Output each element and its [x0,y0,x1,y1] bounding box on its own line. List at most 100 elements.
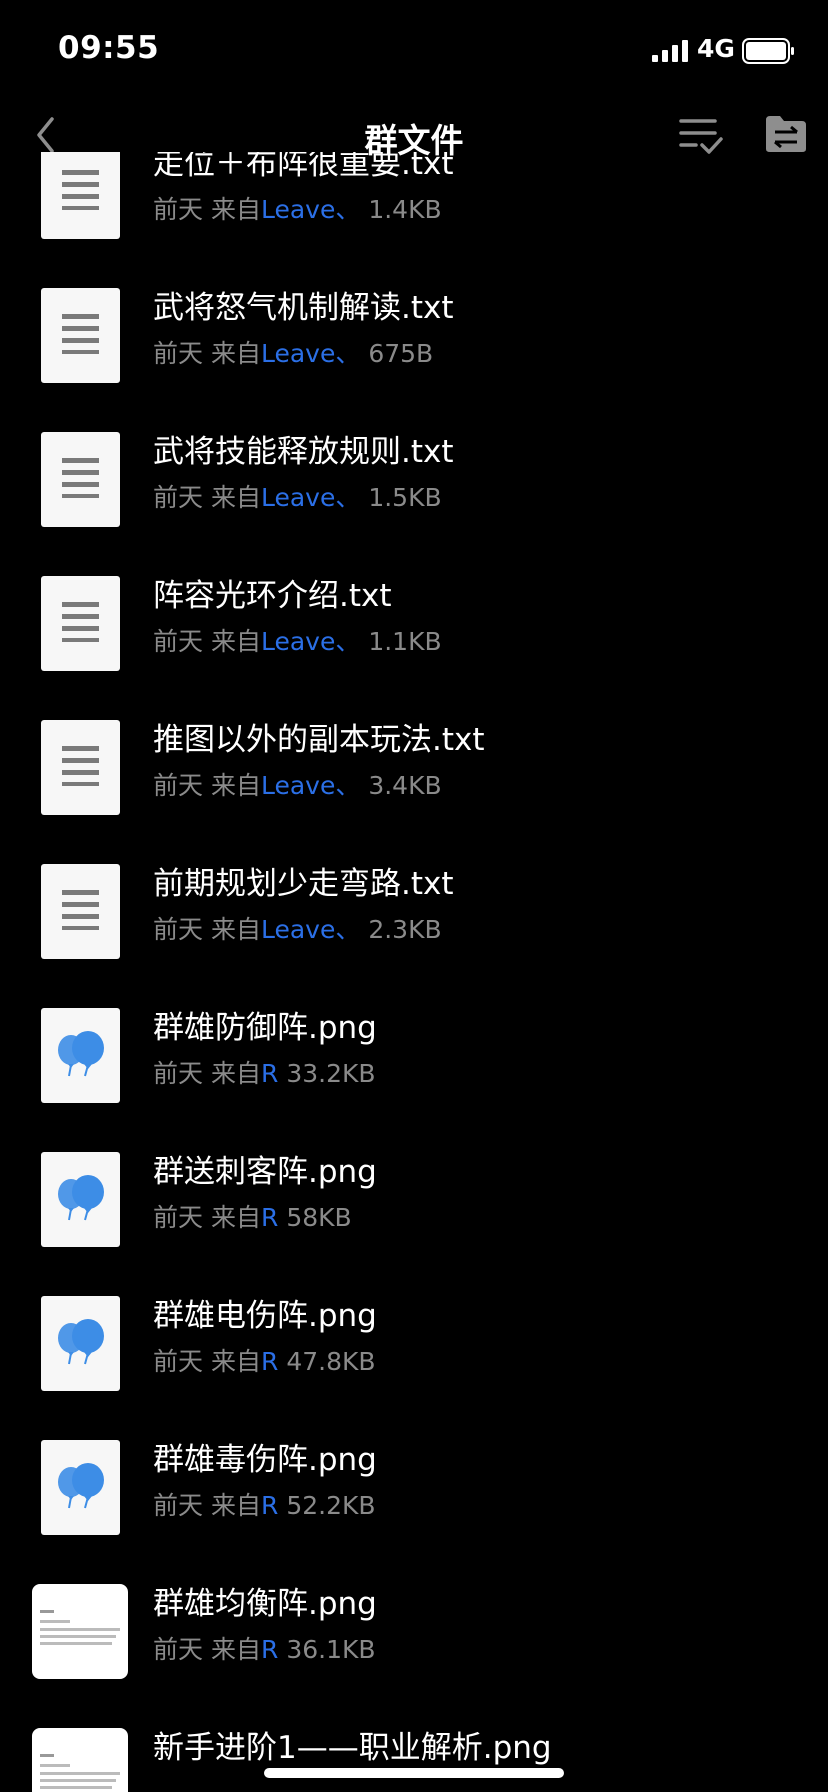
file-row[interactable]: 群雄毒伤阵.png 前天 来自R 52.2KB [0,1416,828,1560]
file-row[interactable]: 武将技能释放规则.txt 前天 来自Leave、 1.5KB [0,408,828,552]
file-size: 3.4KB [368,771,442,800]
file-sender[interactable]: Leave [261,339,335,368]
file-from-label: 来自 [210,1635,261,1664]
file-name: 走位＋布阵很重要.txt [153,152,454,182]
file-meta: 前天 来自R 36.1KB [153,1630,376,1666]
home-indicator[interactable] [264,1768,564,1778]
file-name: 群雄电伤阵.png [153,1298,377,1334]
file-sender[interactable]: Leave [261,195,335,224]
file-sender[interactable]: R [261,1203,278,1232]
file-date: 前天 [153,915,204,944]
file-size: 1.1KB [368,627,442,656]
file-sender[interactable]: Leave [261,483,335,512]
file-list: 走位＋布阵很重要.txt 前天 来自Leave、 1.4KB 武将怒气机制解读.tx… [0,152,828,1792]
file-row[interactable]: 群雄均衡阵.png 前天 来自R 36.1KB [0,1560,828,1704]
file-name: 群雄防御阵.png [153,1010,377,1046]
file-row[interactable]: 群雄电伤阵.png 前天 来自R 47.8KB [0,1272,828,1416]
file-meta: 前天 来自Leave、 3.4KB [153,766,442,802]
file-thumbnail [41,720,120,815]
file-meta: 前天 来自R 52.2KB [153,1486,376,1522]
file-row[interactable]: 阵容光环介绍.txt 前天 来自Leave、 1.1KB [0,552,828,696]
file-sender[interactable]: R [261,1635,278,1664]
file-row[interactable]: 推图以外的副本玩法.txt 前天 来自Leave、 3.4KB [0,696,828,840]
file-meta: 前天 来自Leave、 1.4KB [153,190,442,226]
file-from-label: 来自 [210,195,261,224]
file-thumbnail [41,576,120,671]
file-date: 前天 [153,1491,204,1520]
file-size: 47.8KB [286,1347,376,1376]
file-separator: 、 [335,483,361,512]
file-separator: 、 [335,339,361,368]
file-row[interactable]: 新手进阶1——职业解析.png [0,1704,828,1792]
file-date: 前天 [153,1203,204,1232]
file-from-label: 来自 [210,1347,261,1376]
balloons-icon [58,1175,104,1221]
file-from-label: 来自 [210,339,261,368]
file-row[interactable]: 走位＋布阵很重要.txt 前天 来自Leave、 1.4KB [0,152,828,264]
file-from-label: 来自 [210,915,261,944]
file-sender[interactable]: R [261,1347,278,1376]
file-separator: 、 [335,627,361,656]
file-name: 推图以外的副本玩法.txt [153,722,485,758]
file-size: 52.2KB [286,1491,376,1520]
file-name: 群送刺客阵.png [153,1154,377,1190]
file-from-label: 来自 [210,627,261,656]
file-meta: 前天 来自Leave、 1.5KB [153,478,442,514]
file-from-label: 来自 [210,1491,261,1520]
file-thumbnail [41,152,120,239]
status-bar: 09:55 4G [0,0,828,96]
image-preview-icon [40,1754,120,1789]
file-thumbnail [32,1728,128,1792]
file-thumbnail [41,864,120,959]
balloons-icon [58,1319,104,1365]
file-meta: 前天 来自R 47.8KB [153,1342,376,1378]
file-size: 1.4KB [368,195,442,224]
file-thumbnail [32,1584,128,1679]
status-time: 09:55 [58,30,160,66]
folder-transfer-icon[interactable] [764,114,808,154]
file-date: 前天 [153,339,204,368]
file-sender[interactable]: Leave [261,627,335,656]
file-meta: 前天 来自R 58KB [153,1198,352,1234]
file-row[interactable]: 前期规划少走弯路.txt 前天 来自Leave、 2.3KB [0,840,828,984]
file-sender[interactable]: Leave [261,915,335,944]
file-from-label: 来自 [210,483,261,512]
text-lines-icon [62,458,99,498]
file-meta: 前天 来自Leave、 1.1KB [153,622,442,658]
cellular-signal-icon [652,40,688,62]
file-sender[interactable]: R [261,1491,278,1520]
file-size: 36.1KB [286,1635,376,1664]
file-from-label: 来自 [210,1203,261,1232]
file-thumbnail [41,432,120,527]
file-row[interactable]: 群雄防御阵.png 前天 来自R 33.2KB [0,984,828,1128]
network-type: 4G [697,34,735,63]
file-thumbnail [41,288,120,383]
file-size: 675B [368,339,434,368]
balloons-icon [58,1463,104,1509]
text-lines-icon [62,170,99,210]
battery-icon [742,38,794,64]
file-name: 群雄毒伤阵.png [153,1442,377,1478]
file-size: 2.3KB [368,915,442,944]
text-lines-icon [62,314,99,354]
file-sender[interactable]: Leave [261,771,335,800]
balloons-icon [58,1031,104,1077]
file-row[interactable]: 武将怒气机制解读.txt 前天 来自Leave、 675B [0,264,828,408]
file-name: 新手进阶1——职业解析.png [153,1730,552,1766]
file-sender[interactable]: R [261,1059,278,1088]
file-meta: 前天 来自Leave、 675B [153,334,433,370]
file-row[interactable]: 群送刺客阵.png 前天 来自R 58KB [0,1128,828,1272]
file-name: 前期规划少走弯路.txt [153,866,454,902]
text-lines-icon [62,602,99,642]
file-date: 前天 [153,483,204,512]
file-separator: 、 [335,915,361,944]
file-thumbnail [41,1296,120,1391]
file-from-label: 来自 [210,771,261,800]
file-thumbnail [41,1008,120,1103]
file-date: 前天 [153,1635,204,1664]
file-size: 33.2KB [286,1059,376,1088]
file-date: 前天 [153,195,204,224]
file-date: 前天 [153,771,204,800]
image-preview-icon [40,1610,120,1645]
file-date: 前天 [153,1347,204,1376]
